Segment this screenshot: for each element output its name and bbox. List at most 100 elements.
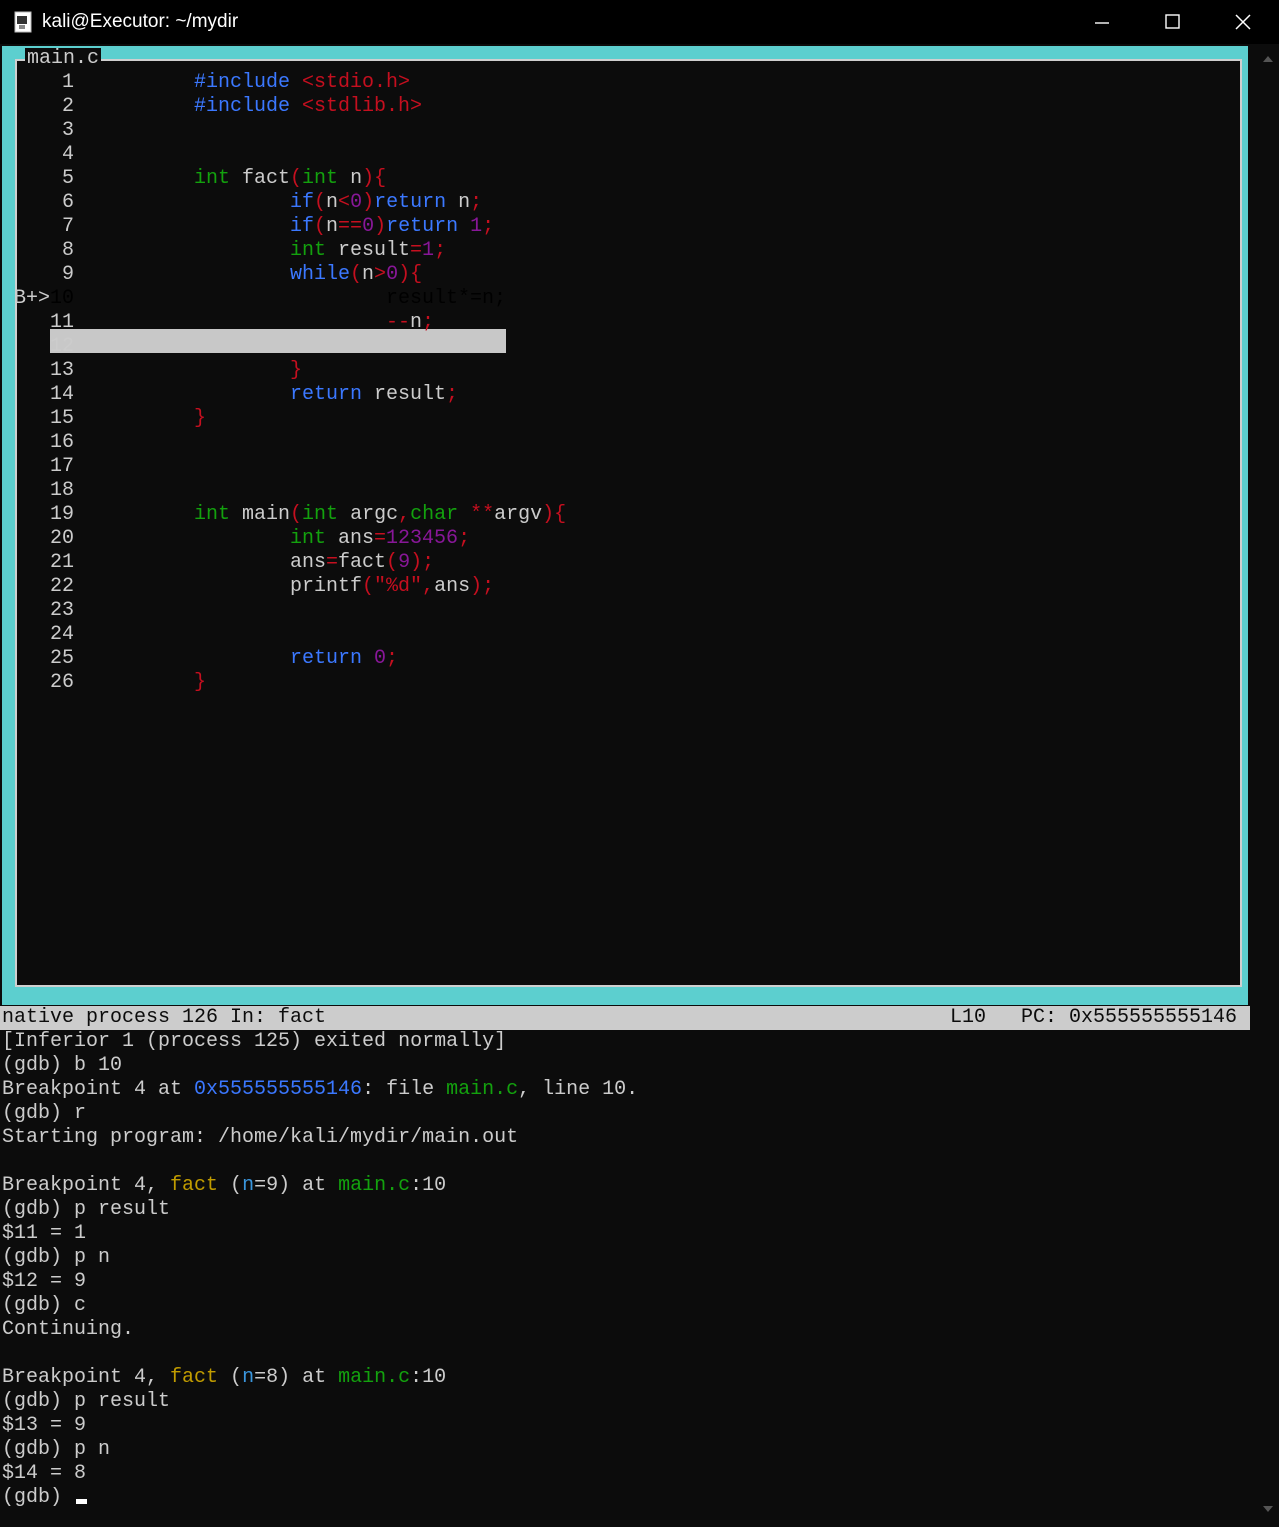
source-line: 24 — [14, 623, 1234, 647]
source-code-text: int ans=123456; — [290, 527, 471, 550]
source-line: 25 return 0; — [14, 647, 1234, 671]
line-number: 18 — [50, 479, 75, 502]
source-line: 9 while(n>0){ — [14, 263, 1234, 287]
console-line: (gdb) p result — [2, 1198, 171, 1221]
text-cursor — [76, 1499, 88, 1504]
line-number: 2 — [50, 95, 75, 118]
console-line: (gdb) p n — [2, 1246, 111, 1269]
line-number: 12 — [50, 335, 75, 358]
window-titlebar: kali@Executor: ~/mydir — [0, 0, 1279, 44]
scroll-down-icon[interactable] — [1262, 1504, 1274, 1514]
source-code-text: int main(int argc,char **argv){ — [194, 503, 567, 526]
console-line: (gdb) c — [2, 1294, 87, 1317]
line-number: 23 — [50, 599, 75, 622]
line-number: 19 — [50, 503, 75, 526]
source-code-text: return result; — [290, 383, 459, 406]
line-number: 8 — [50, 239, 75, 262]
source-line: 1 #include <stdio.h> — [14, 71, 1234, 95]
minimize-button[interactable] — [1068, 0, 1138, 44]
source-line: 21 ans=fact(9); — [14, 551, 1234, 575]
source-line: 23 — [14, 599, 1234, 623]
line-number: 4 — [50, 143, 75, 166]
maximize-icon — [1165, 14, 1180, 29]
console-line: $14 = 8 — [2, 1462, 87, 1485]
source-code-text: if(n==0)return 1; — [290, 215, 495, 238]
source-line: 20 int ans=123456; — [14, 527, 1234, 551]
source-code-text: } — [194, 407, 207, 430]
line-number: 3 — [50, 119, 75, 142]
source-line: 2 #include <stdlib.h> — [14, 95, 1234, 119]
source-line: 7 if(n==0)return 1; — [14, 215, 1234, 239]
window-title: kali@Executor: ~/mydir — [42, 11, 239, 32]
maximize-button[interactable] — [1138, 0, 1208, 44]
source-code-text: int result=1; — [290, 239, 447, 262]
line-number: 15 — [50, 407, 75, 430]
line-number: 24 — [50, 623, 75, 646]
close-button[interactable] — [1208, 0, 1278, 44]
terminal-area[interactable]: main.c 1 #include <stdio.h> 2 #include <st… — [0, 44, 1258, 1527]
status-program-counter: PC: 0x555555555146 — [1021, 1006, 1238, 1029]
line-number: 14 — [50, 383, 75, 406]
console-line: Breakpoint 4, fact (n=9) at main.c:10 — [2, 1174, 447, 1197]
source-code-text: return 0; — [290, 647, 399, 670]
status-bar: native process 126 In: fact L10 PC: 0x55… — [0, 1006, 1250, 1030]
source-line: 17 — [14, 455, 1234, 479]
source-window-title: main.c — [25, 47, 102, 70]
close-icon — [1235, 14, 1251, 30]
console-line: (gdb) r — [2, 1102, 87, 1125]
line-number: 26 — [50, 671, 75, 694]
line-number: 16 — [50, 431, 75, 454]
source-line: 11 --n; — [14, 311, 1234, 335]
source-code-text: } — [290, 359, 303, 382]
line-number: 1 — [50, 71, 75, 94]
console-line: (gdb) — [2, 1486, 88, 1510]
line-number: 22 — [50, 575, 75, 598]
console-line: (gdb) p n — [2, 1438, 111, 1461]
source-code-text: #include <stdio.h> — [194, 71, 411, 94]
terminal-icon — [14, 11, 34, 33]
console-line: $13 = 9 — [2, 1414, 87, 1437]
line-number: 9 — [50, 263, 75, 286]
console-line: $12 = 9 — [2, 1270, 87, 1293]
source-code-text: --n; — [386, 311, 435, 334]
line-number: 11 — [50, 311, 75, 334]
console-line: [Inferior 1 (process 125) exited normall… — [2, 1030, 507, 1053]
breakpoint-marker: B+> — [14, 287, 51, 310]
line-number: 7 — [50, 215, 75, 238]
source-line: 19 int main(int argc,char **argv){ — [14, 503, 1234, 527]
minimize-icon — [1095, 22, 1109, 24]
source-code-text: int fact(int n){ — [194, 167, 387, 190]
vertical-scrollbar[interactable] — [1258, 44, 1279, 1527]
line-number: 5 — [50, 167, 75, 190]
status-process: native process 126 In: fact — [2, 1006, 327, 1029]
source-line: 6 if(n<0)return n; — [14, 191, 1234, 215]
source-code-text: result*=n; — [386, 287, 507, 310]
source-code-text: printf("%d",ans); — [290, 575, 495, 598]
source-line: 14 return result; — [14, 383, 1234, 407]
source-line: 15} — [14, 407, 1234, 431]
line-number: 10 — [50, 287, 75, 310]
console-line: (gdb) b 10 — [2, 1054, 123, 1077]
console-line: (gdb) p result — [2, 1390, 171, 1413]
source-line: 8 int result=1; — [14, 239, 1234, 263]
source-code-text: if(n<0)return n; — [290, 191, 483, 214]
console-line: Starting program: /home/kali/mydir/main.… — [2, 1126, 519, 1149]
line-number: 21 — [50, 551, 75, 574]
source-line: 22 printf("%d",ans); — [14, 575, 1234, 599]
status-line-number: L10 — [950, 1006, 987, 1029]
source-line: B+> 10 result*=n; — [14, 287, 1234, 311]
source-code-text: while(n>0){ — [290, 263, 423, 286]
source-code-text: } — [194, 671, 207, 694]
source-line: 26} — [14, 671, 1234, 695]
line-number: 20 — [50, 527, 75, 550]
source-line: 13} — [14, 359, 1234, 383]
source-code-text: #include <stdlib.h> — [194, 95, 423, 118]
line-number: 13 — [50, 359, 75, 382]
source-line: 12 — [14, 335, 1234, 359]
console-line: Continuing. — [2, 1318, 135, 1341]
source-line: 16 — [14, 431, 1234, 455]
source-line: 4 — [14, 143, 1234, 167]
console-line: Breakpoint 4, fact (n=8) at main.c:10 — [2, 1366, 447, 1389]
scroll-up-icon[interactable] — [1262, 54, 1274, 64]
line-number: 6 — [50, 191, 75, 214]
